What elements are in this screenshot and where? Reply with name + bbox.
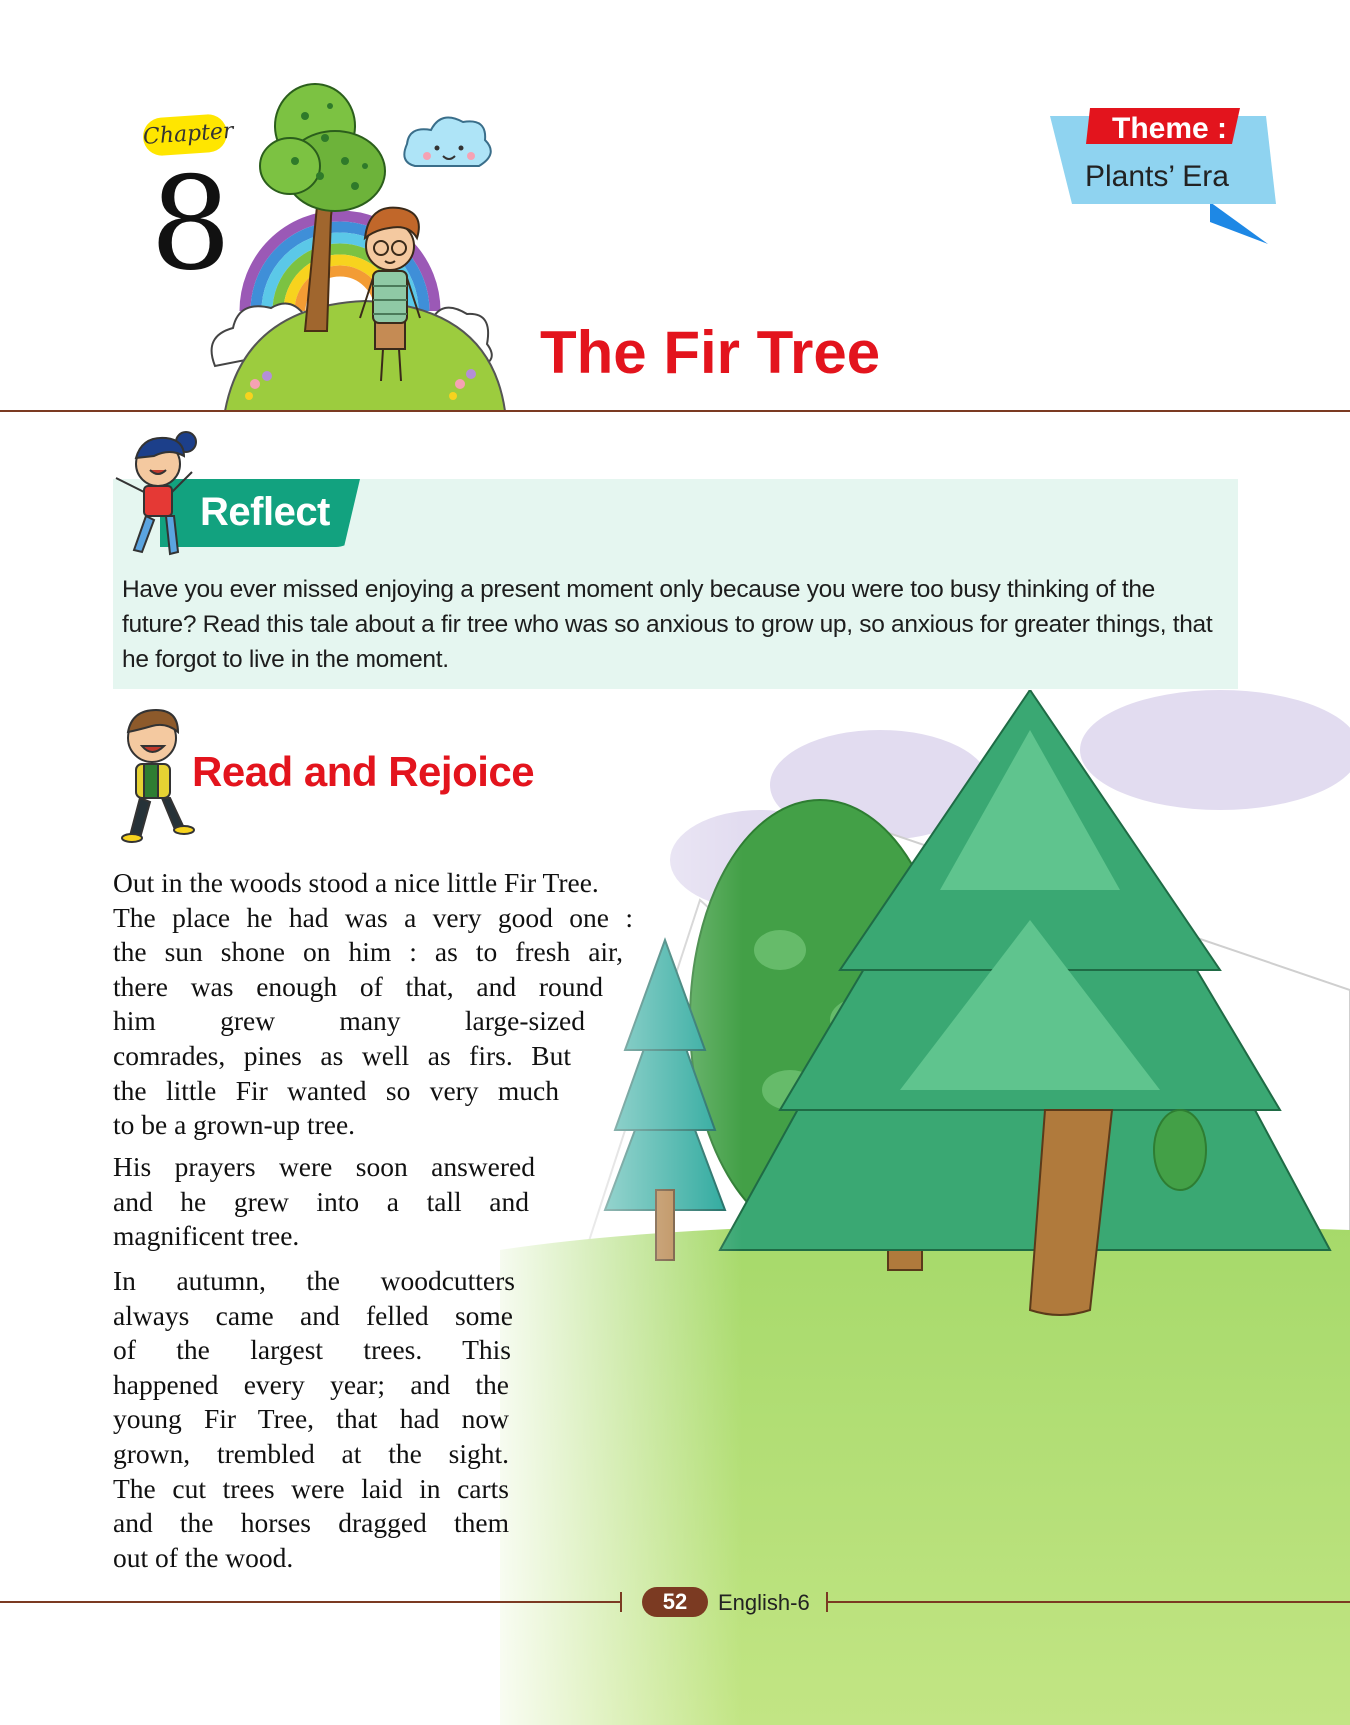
story-line: His prayers were soon answered — [113, 1151, 535, 1182]
story-line: him grew many large-sized — [113, 1005, 585, 1037]
story-line: The cut trees were laid in carts — [113, 1472, 509, 1504]
story-line: to be a grown-up tree. — [113, 1109, 356, 1141]
story-line: In autumn, the woodcutters — [113, 1265, 515, 1296]
page-number: 52 — [642, 1587, 708, 1617]
theme-label: Theme : — [1112, 112, 1228, 145]
page-title: The Fir Tree — [540, 319, 881, 386]
boy-under-tree-illustration — [210, 83, 507, 411]
story-line: there was enough of that, and round — [113, 970, 603, 1002]
theme-value: Plants’ Era — [1085, 160, 1229, 193]
header-divider — [0, 410, 1350, 412]
book-name: English-6 — [718, 1590, 810, 1615]
story-line: of the largest trees. This — [113, 1334, 511, 1366]
story-line: the little Fir wanted so very much — [113, 1074, 559, 1106]
story-line: grown, trembled at the sight. — [113, 1437, 509, 1469]
footer-divider-right — [828, 1601, 1350, 1603]
story-line: happened every year; and the — [113, 1368, 509, 1400]
story-paragraph-2: His prayers were soon answered and he gr… — [113, 1150, 543, 1254]
story-line: out of the wood. — [113, 1541, 294, 1573]
reflect-heading: Reflect — [200, 490, 330, 534]
footer-tick-left — [620, 1592, 622, 1612]
story-line: young Fir Tree, that had now — [113, 1403, 509, 1435]
story-line: and the horses dragged them — [113, 1507, 509, 1539]
laughing-boy-illustration — [121, 708, 195, 843]
story-paragraph-1: Out in the woods stood a nice little Fir… — [113, 866, 671, 1143]
story-line: the sun shone on him : as to fresh air, — [113, 936, 623, 968]
story-line: comrades, pines as well as firs. But — [113, 1039, 571, 1071]
story-line: always came and felled some — [113, 1299, 513, 1331]
read-and-rejoice-heading: Read and Rejoice — [192, 748, 535, 795]
story-line: The place he had was a very good one : — [113, 901, 633, 933]
story-line: and he grew into a tall and — [113, 1185, 529, 1217]
story-line: Out in the woods stood a nice little Fir… — [113, 867, 599, 898]
reflect-text: Have you ever missed enjoying a present … — [122, 576, 1213, 673]
footer-divider-left — [0, 1601, 620, 1603]
story-paragraph-3: In autumn, the woodcutters always came a… — [113, 1264, 523, 1575]
jumping-girl-illustration — [115, 431, 197, 556]
story-line: magnificent tree. — [113, 1220, 300, 1252]
